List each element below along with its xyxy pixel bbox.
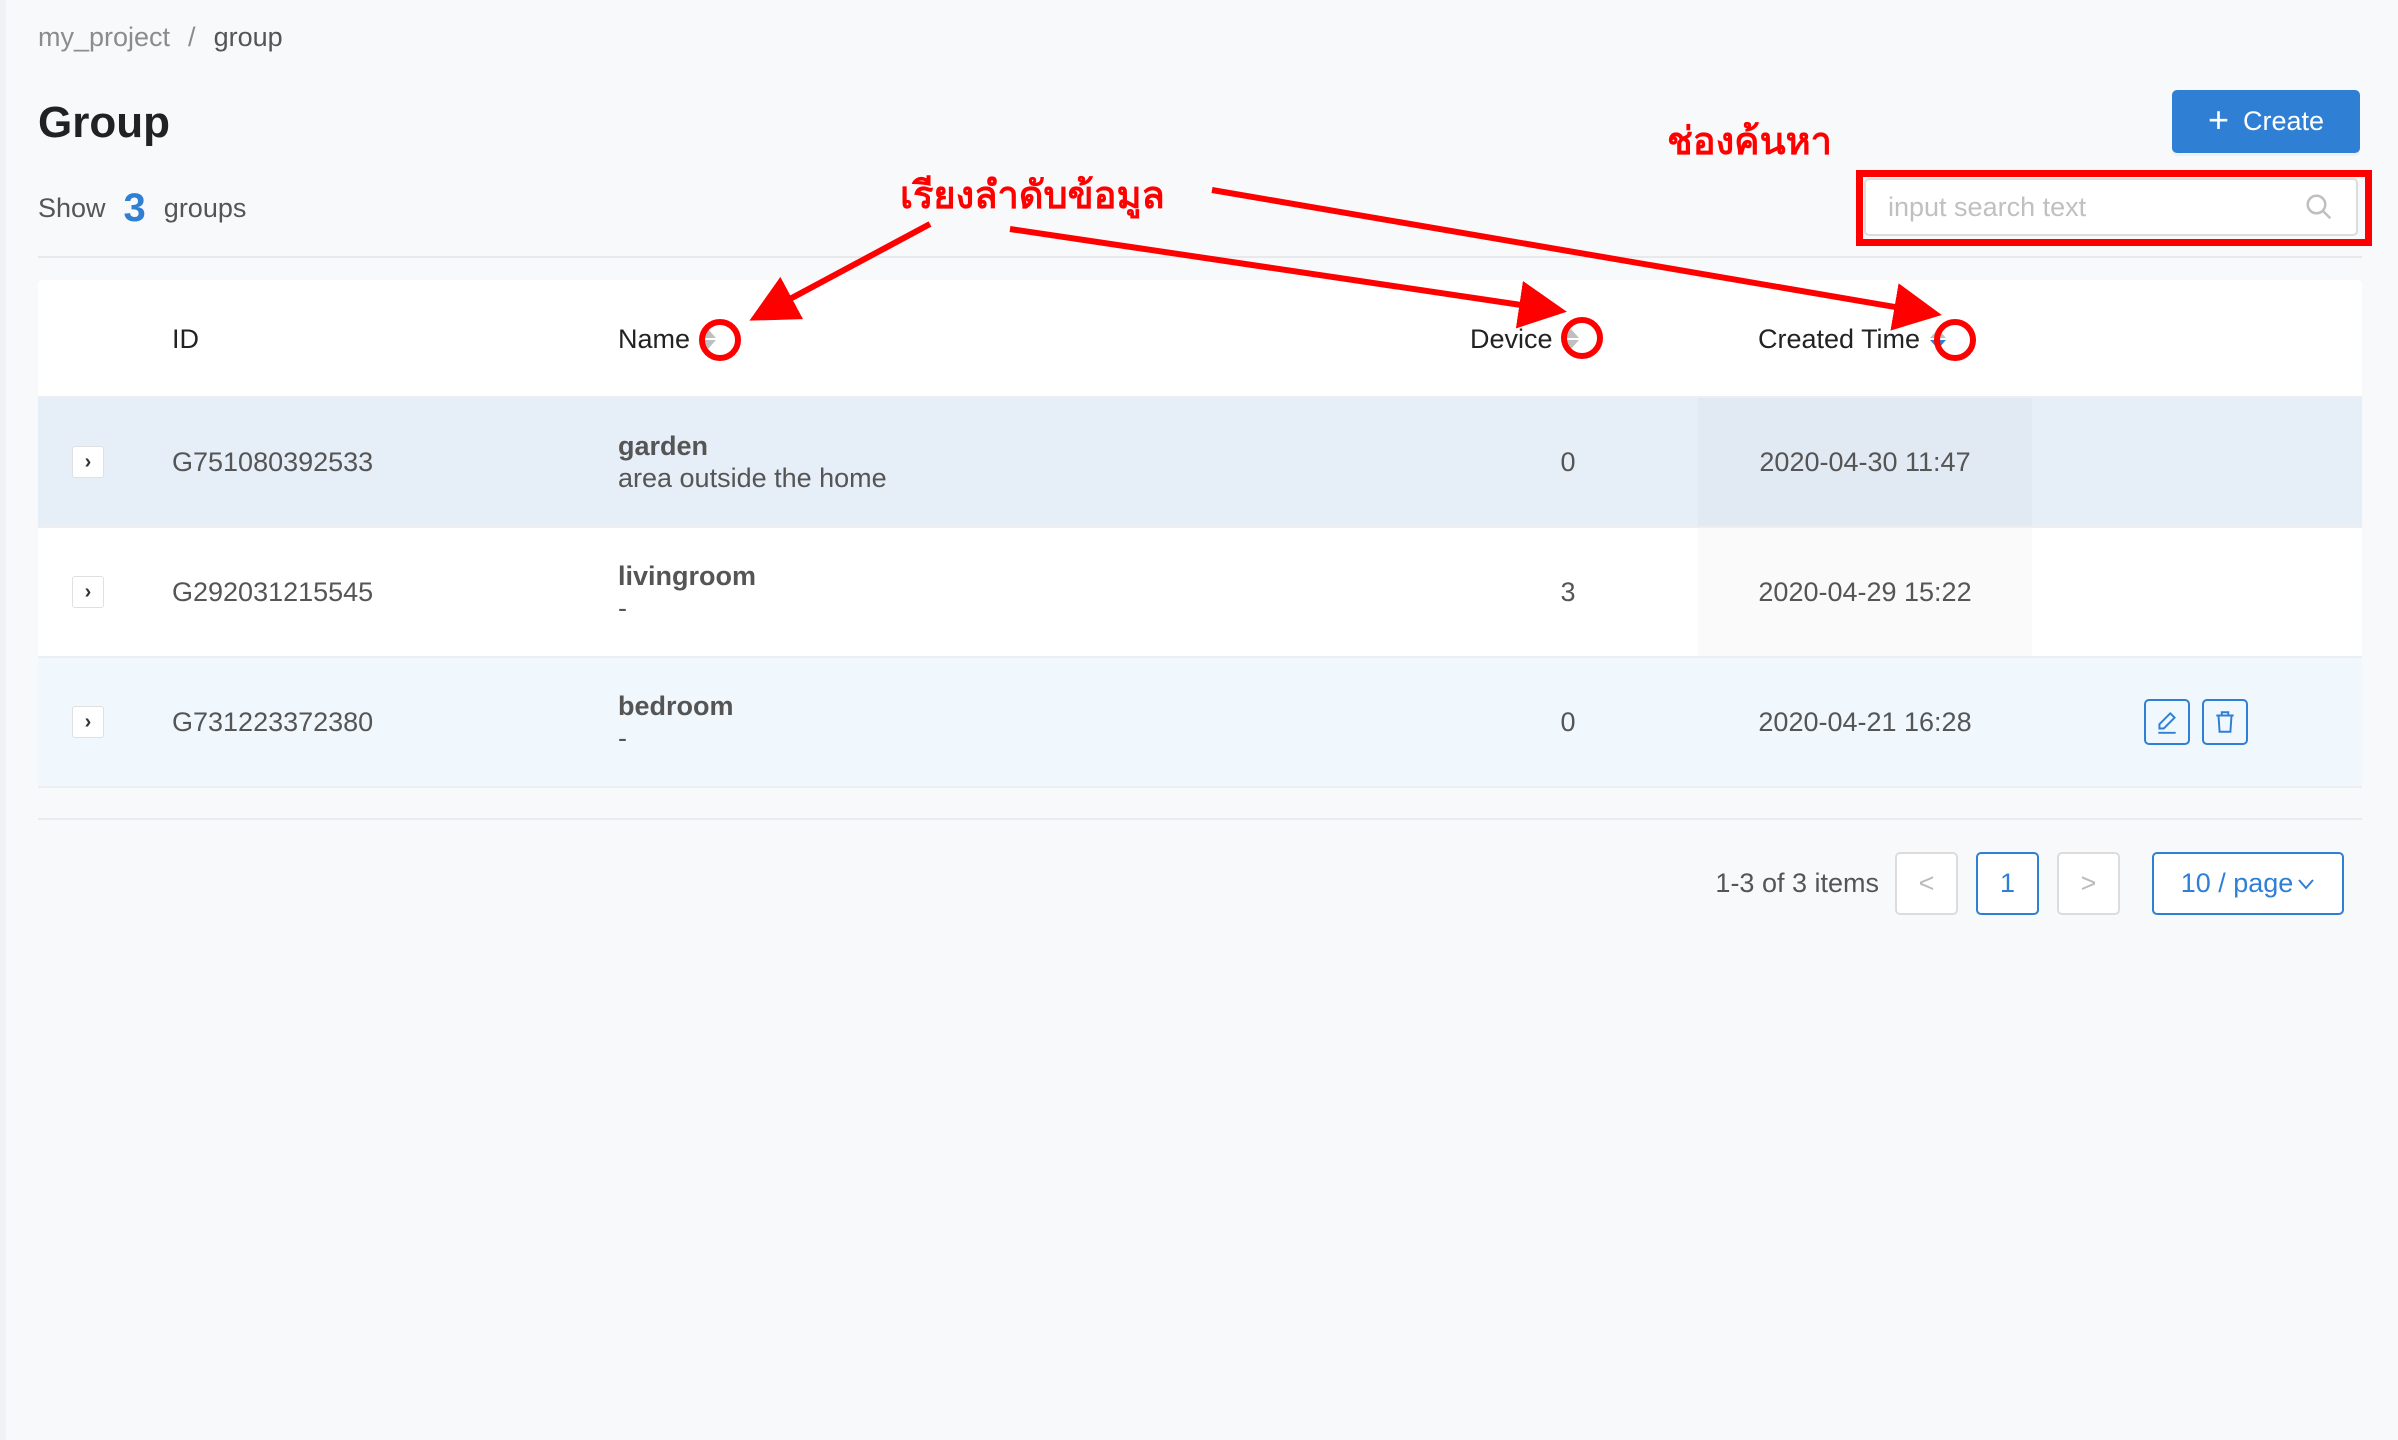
cell-device: 0 [1560,706,1576,737]
breadcrumb: my_project / group [38,22,283,53]
page-size-select[interactable]: 10 / page [2152,852,2344,915]
cell-id: G731223372380 [172,706,374,737]
annotation-search-label: ช่องค้นหา [1667,119,1832,163]
group-description: - [618,593,627,623]
group-count-summary: Show 3 groups [38,186,246,231]
expand-row-button[interactable]: › [72,446,104,478]
page-size-value: 10 / page [2180,868,2294,898]
table-row[interactable]: › G731223372380 bedroom - 0 2020-04-21 1… [38,658,2362,788]
column-label-name: Name [618,323,691,354]
column-label-id: ID [172,323,199,354]
group-description: - [618,723,627,753]
breadcrumb-item-project[interactable]: my_project [38,22,170,53]
create-button[interactable]: + Create [2172,90,2360,153]
summary-prefix: Show [38,193,106,223]
create-label: Create [2242,106,2325,136]
annotation-search-highlight [1856,170,2372,246]
cell-device: 3 [1560,576,1576,607]
breadcrumb-item-group: group [213,22,283,52]
group-name: bedroom [618,691,734,721]
edit-icon [2158,711,2176,734]
chevron-right-icon: › [84,450,92,473]
prev-page-button[interactable]: < [1895,852,1958,915]
edit-button[interactable] [2144,699,2190,745]
cell-name: bedroom - [618,658,734,786]
cell-device: 0 [1560,446,1576,477]
group-table: ID Name Device Created Time › G751080392… [38,280,2362,788]
cell-created-time: 2020-04-30 11:47 [1759,446,1971,477]
column-label-created-time: Created Time [1758,323,1921,354]
group-name: garden [618,431,709,461]
delete-icon [2216,711,2234,733]
table-row[interactable]: › G751080392533 garden area outside the … [38,398,2362,528]
next-page-button[interactable]: > [2057,852,2120,915]
cell-id: G751080392533 [172,446,374,477]
page-title: Group [38,98,170,147]
cell-created-time: 2020-04-29 15:22 [1758,576,1972,607]
cell-id: G292031215545 [172,576,374,607]
table-row[interactable]: › G292031215545 livingroom - 3 2020-04-2… [38,528,2362,658]
plus-icon: + [2207,99,2229,140]
page-1-button[interactable]: 1 [1976,852,2039,915]
chevron-left-icon: < [1918,868,1935,898]
chevron-down-icon [2298,878,2315,890]
expand-row-button[interactable]: › [72,576,104,608]
row-actions [2144,658,2260,786]
cell-created-time: 2020-04-21 16:28 [1758,706,1972,737]
annotation-circle-device-sort [1561,317,1603,359]
expand-row-button[interactable]: › [72,706,104,738]
chevron-right-icon: > [2080,868,2097,898]
chevron-right-icon: › [84,580,92,603]
pagination-total: 1-3 of 3 items [1715,868,1879,898]
group-description: area outside the home [618,463,887,493]
left-edge [0,0,6,1440]
column-label-device: Device [1470,323,1553,354]
annotation-sort-label: เรียงลำดับข้อมูล [900,173,1165,217]
pagination: 1-3 of 3 items < 1 > 10 / page [1715,852,2344,915]
cell-name: livingroom - [618,528,756,656]
group-count: 3 [123,186,146,230]
column-header-created-time[interactable]: Created Time [1758,280,1947,398]
table-header: ID Name Device Created Time [38,280,2362,398]
annotation-circle-created-sort [1934,319,1976,361]
delete-button[interactable] [2202,699,2248,745]
chevron-right-icon: › [84,710,92,733]
group-name: livingroom [618,561,757,591]
table-bottom-divider [38,818,2362,820]
breadcrumb-separator: / [188,22,196,52]
cell-name: garden area outside the home [618,398,887,526]
header-divider [38,256,2362,258]
summary-suffix: groups [163,193,247,223]
column-header-id: ID [172,280,199,398]
annotation-circle-name-sort [699,319,741,361]
